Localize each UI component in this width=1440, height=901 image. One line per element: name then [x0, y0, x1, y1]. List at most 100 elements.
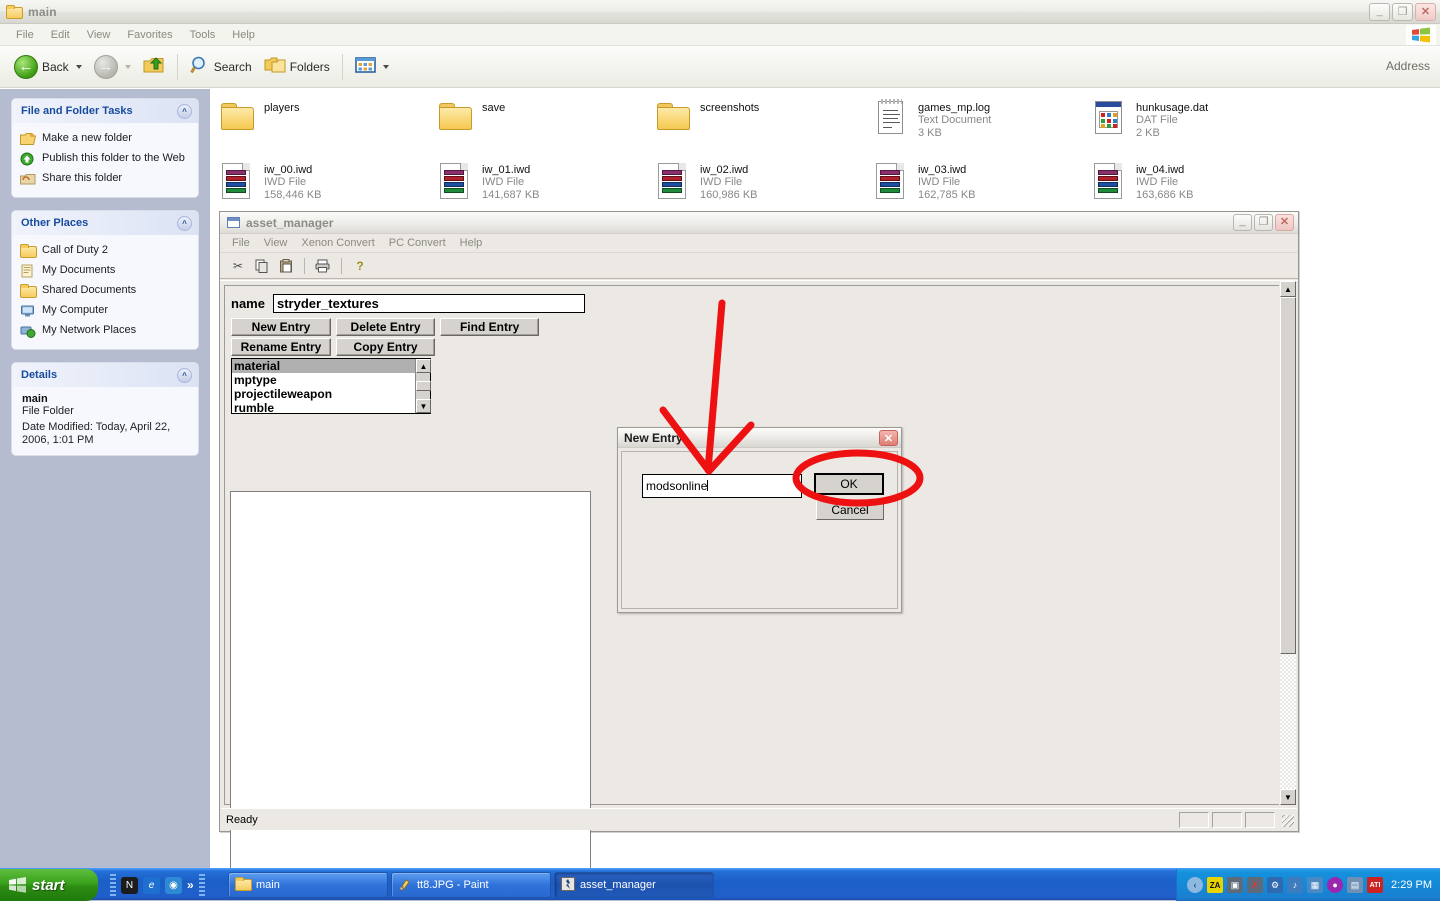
search-button[interactable]: Search: [184, 52, 258, 81]
monitor-icon[interactable]: ▤: [1347, 877, 1364, 893]
entry-listbox[interactable]: material mptype projectileweapon rumble …: [231, 358, 431, 415]
taskbar-button-main[interactable]: main: [228, 872, 388, 898]
panel-header[interactable]: Other Places ^: [12, 211, 198, 235]
copy-icon[interactable]: [252, 256, 272, 275]
messenger-icon[interactable]: ●: [1327, 877, 1344, 893]
menu-help[interactable]: Help: [454, 236, 489, 250]
scroll-down-icon[interactable]: ▼: [416, 399, 431, 413]
ok-button[interactable]: OK: [814, 473, 884, 495]
display-settings-icon[interactable]: ▦: [1307, 877, 1324, 893]
chevron-up-icon[interactable]: ^: [177, 215, 192, 231]
menu-help[interactable]: Help: [224, 27, 263, 43]
taskbar-clock[interactable]: 2:29 PM: [1391, 879, 1432, 891]
folders-button[interactable]: Folders: [258, 53, 336, 80]
paste-icon[interactable]: [276, 256, 296, 275]
taskbar-button-paint[interactable]: tt8.JPG - Paint: [391, 872, 551, 898]
chevron-up-icon[interactable]: ^: [177, 367, 192, 383]
scrollbar-thumb[interactable]: [1280, 297, 1296, 654]
views-button[interactable]: [349, 53, 395, 80]
file-item-save[interactable]: save: [436, 95, 654, 144]
minimize-button[interactable]: _: [1233, 214, 1252, 231]
menu-xenon-convert[interactable]: Xenon Convert: [295, 236, 380, 250]
listbox-scrollbar[interactable]: ▲ ▼: [415, 359, 431, 413]
menu-pc-convert[interactable]: PC Convert: [383, 236, 452, 250]
show-hidden-icons-button[interactable]: ‹: [1187, 877, 1204, 893]
safely-remove-hardware-icon[interactable]: ⚙: [1267, 877, 1284, 893]
quick-launch-grip[interactable]: [110, 874, 116, 896]
netscape-icon[interactable]: N: [121, 876, 138, 894]
list-item[interactable]: rumble: [232, 401, 430, 415]
quick-launch-overflow-icon[interactable]: »: [187, 878, 194, 892]
scrollbar-thumb[interactable]: [416, 381, 431, 391]
sound-volume-icon[interactable]: ♪: [1287, 877, 1304, 893]
place-my-documents[interactable]: My Documents: [20, 261, 190, 281]
file-item-games-mp-log[interactable]: games_mp.log Text Document 3 KB: [872, 95, 1090, 144]
minimize-button[interactable]: _: [1369, 3, 1390, 21]
menu-favorites[interactable]: Favorites: [119, 27, 180, 43]
scroll-up-icon[interactable]: ▲: [1280, 281, 1296, 297]
back-dropdown-caret-icon[interactable]: [75, 64, 82, 69]
menu-tools[interactable]: Tools: [182, 27, 224, 43]
task-publish-this-folder-to-the-web[interactable]: Publish this folder to the Web: [20, 149, 190, 169]
place-call-of-duty-2[interactable]: Call of Duty 2: [20, 241, 190, 261]
media-icon[interactable]: ◉: [165, 876, 182, 894]
forward-button[interactable]: →: [88, 52, 137, 82]
file-item-iw-04-iwd[interactable]: iw_04.iwd IWD File 163,686 KB: [1090, 157, 1308, 206]
maximize-button[interactable]: ❐: [1254, 214, 1273, 231]
new-entry-input[interactable]: modsonline: [642, 474, 802, 498]
menu-view[interactable]: View: [258, 236, 294, 250]
file-item-iw-01-iwd[interactable]: iw_01.iwd IWD File 141,687 KB: [436, 157, 654, 206]
views-dropdown-caret-icon[interactable]: [382, 64, 389, 69]
back-button[interactable]: ← Back: [8, 52, 88, 82]
list-item[interactable]: material: [232, 359, 430, 373]
menu-file[interactable]: File: [8, 27, 42, 43]
file-item-screenshots[interactable]: screenshots: [654, 95, 872, 144]
new-entry-button[interactable]: New Entry: [231, 318, 331, 336]
asset-manager-vertical-scrollbar[interactable]: ▲ ▼: [1280, 281, 1296, 805]
close-button[interactable]: ✕: [1275, 214, 1294, 231]
zonealarm-icon[interactable]: ZA: [1207, 877, 1224, 893]
menu-edit[interactable]: Edit: [43, 27, 78, 43]
file-item-iw-02-iwd[interactable]: iw_02.iwd IWD File 160,986 KB: [654, 157, 872, 206]
scroll-down-icon[interactable]: ▼: [1280, 789, 1296, 805]
menu-view[interactable]: View: [79, 27, 119, 43]
name-input[interactable]: stryder_textures: [272, 294, 585, 313]
scrollbar-track[interactable]: [1280, 297, 1296, 789]
resize-grip[interactable]: [1282, 815, 1294, 827]
internet-explorer-icon[interactable]: e: [143, 876, 160, 894]
panel-header[interactable]: File and Folder Tasks ^: [12, 99, 198, 123]
print-icon[interactable]: [313, 256, 333, 275]
network-disconnected-icon[interactable]: ✗: [1247, 877, 1264, 893]
task-make-a-new-folder[interactable]: Make a new folder: [20, 129, 190, 149]
copy-entry-button[interactable]: Copy Entry: [336, 338, 436, 356]
cut-icon[interactable]: ✂: [228, 256, 248, 275]
list-item[interactable]: mptype: [232, 373, 430, 387]
taskbar-button-asset-manager[interactable]: asset_manager: [554, 872, 714, 898]
taskbar-grip[interactable]: [198, 874, 205, 896]
file-item-hunkusage-dat[interactable]: hunkusage.dat DAT File 2 KB: [1090, 95, 1308, 144]
up-button[interactable]: [137, 52, 171, 81]
start-button[interactable]: start: [0, 869, 98, 901]
file-item-iw-03-iwd[interactable]: iw_03.iwd IWD File 162,785 KB: [872, 157, 1090, 206]
rename-entry-button[interactable]: Rename Entry: [231, 338, 331, 356]
menu-file[interactable]: File: [226, 236, 256, 250]
maximize-button[interactable]: ❐: [1392, 3, 1413, 21]
scroll-up-icon[interactable]: ▲: [416, 359, 431, 373]
cancel-button[interactable]: Cancel: [816, 500, 884, 520]
task-share-this-folder[interactable]: Share this folder: [20, 169, 190, 189]
place-shared-documents[interactable]: Shared Documents: [20, 281, 190, 301]
help-icon[interactable]: ?: [350, 256, 370, 275]
network-icon[interactable]: ▣: [1227, 877, 1244, 893]
place-my-computer[interactable]: My Computer: [20, 301, 190, 321]
panel-header[interactable]: Details ^: [12, 363, 198, 387]
close-button[interactable]: ✕: [1415, 3, 1436, 21]
close-icon[interactable]: ✕: [879, 430, 898, 446]
place-my-network-places[interactable]: My Network Places: [20, 321, 190, 341]
ati-icon[interactable]: ATI: [1367, 877, 1384, 893]
file-item-players[interactable]: players: [218, 95, 436, 144]
delete-entry-button[interactable]: Delete Entry: [336, 318, 436, 336]
file-item-iw-00-iwd[interactable]: iw_00.iwd IWD File 158,446 KB: [218, 157, 436, 206]
find-entry-button[interactable]: Find Entry: [440, 318, 540, 336]
list-item[interactable]: projectileweapon: [232, 387, 430, 401]
chevron-up-icon[interactable]: ^: [177, 103, 192, 119]
